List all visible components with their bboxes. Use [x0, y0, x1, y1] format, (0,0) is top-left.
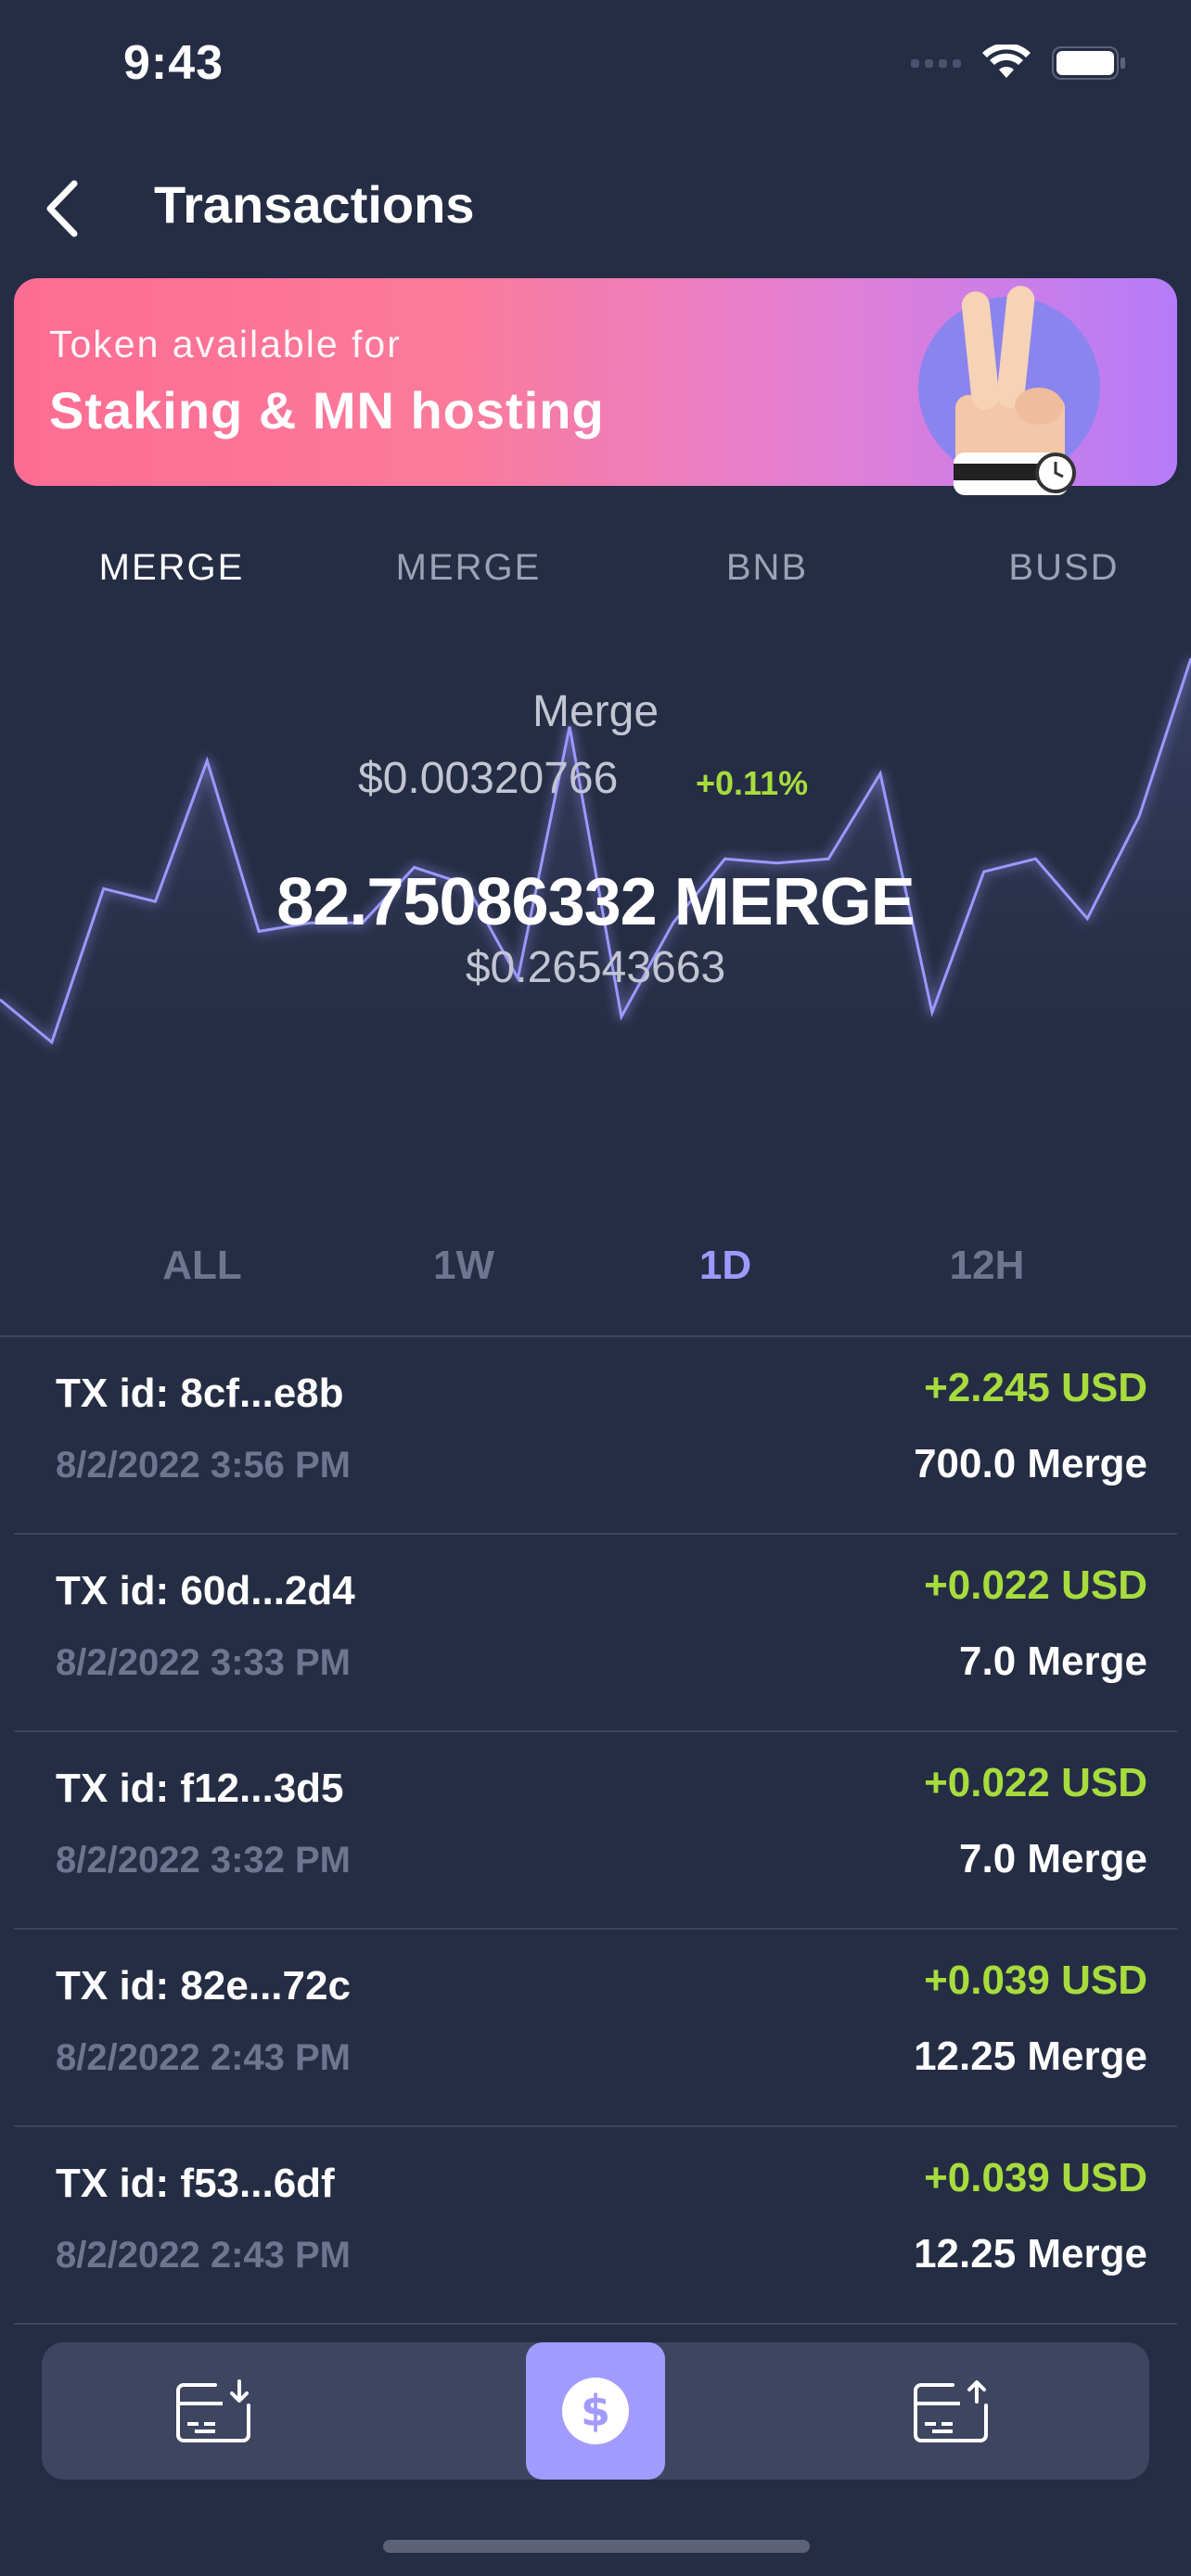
svg-text:$: $ [581, 2386, 610, 2436]
tab-busd[interactable]: BUSD [916, 547, 1191, 589]
tx-amount: 7.0 Merge [959, 1836, 1147, 1881]
tx-usd-value: +2.245 USD [924, 1365, 1147, 1410]
period-1w[interactable]: 1W [352, 1243, 575, 1289]
transactions-screen: 9:43 Transactions Token available for St… [0, 0, 1191, 2576]
tx-date: 8/2/2022 3:56 PM [56, 1445, 351, 1486]
banner-subtitle: Token available for [49, 323, 402, 365]
tab-merge[interactable]: MERGE [23, 547, 320, 589]
page-title: Transactions [154, 175, 475, 234]
tx-id: TX id: 82e...72c [56, 1963, 351, 2009]
tx-amount: 700.0 Merge [914, 1441, 1147, 1486]
staking-banner[interactable]: Token available for Staking & MN hosting [14, 278, 1177, 495]
battery-icon [1052, 46, 1125, 80]
home-indicator [383, 2540, 810, 2553]
tx-usd-value: +0.022 USD [924, 1562, 1147, 1608]
tx-date: 8/2/2022 2:43 PM [56, 2235, 351, 2276]
tx-amount: 7.0 Merge [959, 1639, 1147, 1684]
balance-tab-button[interactable]: $ [526, 2342, 665, 2480]
tx-amount: 12.25 Merge [914, 2034, 1147, 2079]
send-tab-button[interactable] [881, 2342, 1020, 2480]
back-button[interactable] [39, 176, 95, 241]
wifi-icon [982, 45, 1031, 78]
period-1d[interactable]: 1D [614, 1243, 837, 1289]
token-balance: 82.75086332 MERGE [276, 865, 915, 939]
peace-hand-icon [918, 286, 1100, 495]
coin-name: Merge [531, 687, 660, 736]
transaction-row[interactable]: TX id: 82e...72c 8/2/2022 2:43 PM +0.039… [14, 1930, 1177, 2127]
period-all[interactable]: ALL [91, 1243, 314, 1289]
transaction-row[interactable]: TX id: 60d...2d4 8/2/2022 3:33 PM +0.022… [14, 1535, 1177, 1732]
status-time: 9:43 [123, 36, 224, 90]
banner-title: Staking & MN hosting [49, 381, 605, 440]
tx-id: TX id: f53...6df [56, 2161, 335, 2206]
receive-tab-button[interactable] [144, 2342, 283, 2480]
tx-usd-value: +0.039 USD [924, 2155, 1147, 2200]
status-icons [911, 45, 1126, 82]
token-tabs: MERGE MERGE BNB BUSD [0, 547, 1191, 599]
tab-merge-2[interactable]: MERGE [320, 547, 617, 589]
tx-date: 8/2/2022 3:32 PM [56, 1840, 351, 1881]
dollar-icon: $ [562, 2378, 629, 2444]
wallet-receive-icon [176, 2379, 250, 2442]
price-change: +0.11% [696, 764, 809, 802]
tx-amount: 12.25 Merge [914, 2231, 1147, 2276]
period-tabs: ALL 1W 1D 12H [0, 1243, 1191, 1298]
tx-usd-value: +0.022 USD [924, 1760, 1147, 1805]
transaction-row[interactable]: TX id: f12...3d5 8/2/2022 3:32 PM +0.022… [14, 1732, 1177, 1930]
tx-usd-value: +0.039 USD [924, 1958, 1147, 2003]
transaction-list: TX id: 8cf...e8b 8/2/2022 3:56 PM +2.245… [0, 1335, 1191, 2325]
tab-bnb[interactable]: BNB [619, 547, 916, 589]
tx-date: 8/2/2022 2:43 PM [56, 2037, 351, 2078]
transaction-row[interactable]: TX id: f53...6df 8/2/2022 2:43 PM +0.039… [14, 2127, 1177, 2325]
period-12h[interactable]: 12H [876, 1243, 1098, 1289]
tx-date: 8/2/2022 3:33 PM [56, 1642, 351, 1683]
transaction-row[interactable]: TX id: 8cf...e8b 8/2/2022 3:56 PM +2.245… [14, 1337, 1177, 1535]
signal-icon [911, 58, 961, 68]
chevron-left-icon [46, 180, 78, 237]
bottom-tab-bar: $ [42, 2342, 1149, 2480]
wallet-send-icon [914, 2380, 988, 2442]
balance-usd: $0.26543663 [465, 943, 726, 992]
tx-id: TX id: 8cf...e8b [56, 1371, 344, 1416]
tx-id: TX id: f12...3d5 [56, 1766, 344, 1811]
coin-price: $0.00320766 [358, 754, 619, 803]
tx-id: TX id: 60d...2d4 [56, 1568, 355, 1613]
